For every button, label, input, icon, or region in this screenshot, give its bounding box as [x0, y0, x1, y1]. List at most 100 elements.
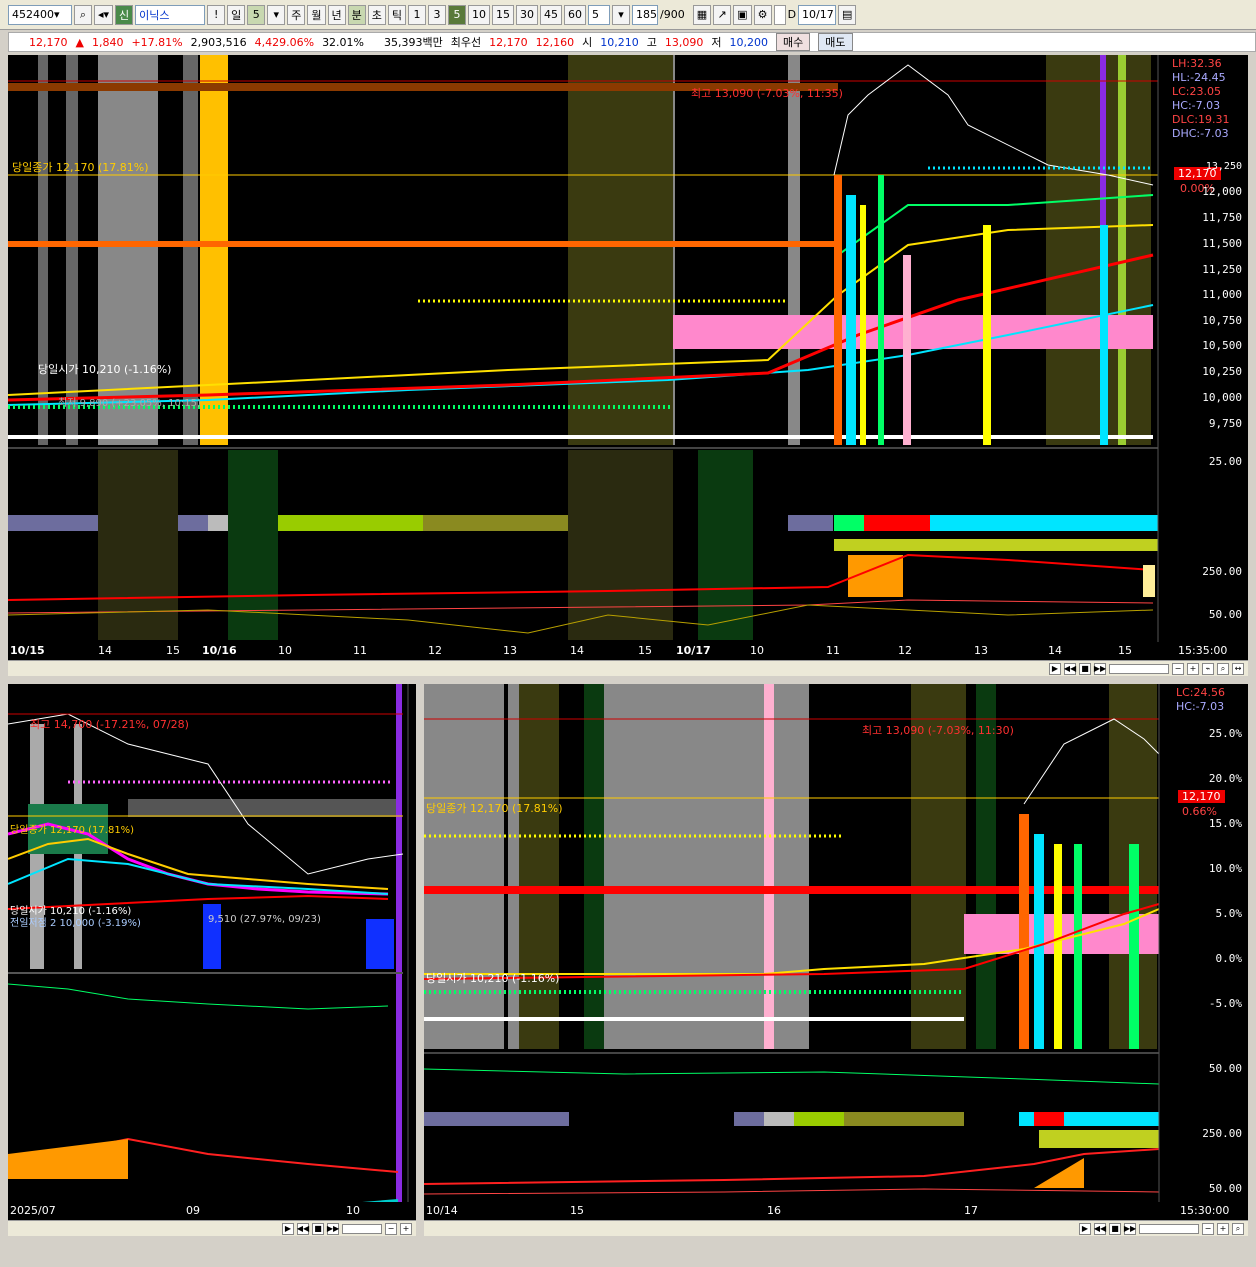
minute-3[interactable]: 3 — [428, 4, 447, 25]
main-chart-panel[interactable]: 최고 13,090 (-7.03%, 11:35) 당일종가 12,170 (1… — [8, 55, 1248, 660]
daily-scrollbar[interactable]: ▶ ◀◀ ■ ▶▶ − + — [8, 1220, 416, 1236]
minute-annot-close: 당일종가 12,170 (17.81%) — [426, 802, 563, 815]
minute-10[interactable]: 10 — [468, 4, 491, 25]
info-hc: HC:-7.03 — [1176, 700, 1225, 713]
turnover: 32.01% — [322, 35, 365, 49]
y-tick: 11,250 — [1202, 263, 1242, 276]
forward-icon[interactable]: ▶▶ — [1124, 1222, 1136, 1235]
minute-1[interactable]: 1 — [408, 4, 427, 25]
forward-icon[interactable]: ▶▶ — [327, 1222, 339, 1235]
zoom-out-icon[interactable]: − — [1172, 662, 1184, 675]
period-tick[interactable]: 틱 — [387, 4, 407, 25]
y-tick: -5.0% — [1208, 997, 1242, 1010]
rewind-icon[interactable]: ◀◀ — [1064, 662, 1076, 675]
zoom-slider[interactable] — [342, 1223, 382, 1234]
x-label: 14 — [1048, 644, 1062, 657]
y-tick: 9,750 — [1208, 417, 1242, 430]
zoom-in-icon[interactable]: + — [1217, 1222, 1229, 1235]
expand-icon[interactable]: ↔ — [1232, 662, 1244, 675]
minute-5[interactable]: 5 — [448, 4, 467, 25]
alert-button[interactable]: ! — [207, 4, 226, 25]
draw-tool-icon[interactable]: ↗ — [713, 4, 732, 25]
bid-price: 12,160 — [535, 35, 575, 49]
rewind-icon[interactable]: ◀◀ — [297, 1222, 309, 1235]
day-count-select[interactable]: 5 — [247, 4, 266, 25]
settings-icon[interactable]: ⚙ — [753, 4, 772, 25]
stock-code-value: 452400 — [12, 8, 54, 21]
minute-45[interactable]: 45 — [540, 4, 563, 25]
search-icon[interactable]: ⌕ — [74, 4, 92, 25]
period-year[interactable]: 년 — [327, 4, 346, 25]
stop-icon[interactable]: ■ — [312, 1222, 324, 1235]
d-label: D — [787, 8, 797, 21]
daily-annot-close: 당일종가 12,170 (17.81%) — [10, 825, 135, 836]
time-label: 15:35:00 — [1178, 644, 1228, 657]
info-hc: HC:-7.03 — [1172, 99, 1221, 112]
y-tick: 11,000 — [1202, 288, 1242, 301]
minute-dropdown-icon[interactable]: ▾ — [612, 4, 631, 25]
calendar-icon[interactable]: ▤ — [838, 4, 857, 25]
zoom-in-icon[interactable]: + — [1187, 662, 1199, 675]
x-label: 15 — [570, 1204, 584, 1217]
scroll-right-icon[interactable]: ▶ — [1049, 662, 1061, 675]
volume-ratio: 4,429.06% — [254, 35, 315, 49]
y-tick: 15.0% — [1208, 817, 1242, 830]
zoom-out-icon[interactable]: − — [385, 1222, 397, 1235]
y-tick: 25.0% — [1208, 727, 1242, 740]
x-label: 10/16 — [202, 644, 237, 657]
daily-chart-panel[interactable]: 최고 14,700 (-17.21%, 07/28) 당일종가 12,170 (… — [8, 684, 416, 1220]
period-second[interactable]: 초 — [367, 4, 386, 25]
y-tick: 10,500 — [1202, 339, 1242, 352]
x-label: 11 — [826, 644, 840, 657]
search-icon[interactable]: ⌕ — [1232, 1222, 1244, 1235]
stock-code-input[interactable]: 452400 ▾ — [8, 4, 72, 25]
period-dropdown-icon[interactable]: ▾ — [267, 4, 286, 25]
info-dhc: DHC:-7.03 — [1172, 127, 1229, 140]
x-label: 14 — [570, 644, 584, 657]
open-price: 10,210 — [600, 35, 639, 49]
y-tick: 10.0% — [1208, 862, 1242, 875]
save-icon[interactable]: ▣ — [733, 4, 752, 25]
info-lc: LC:23.05 — [1172, 85, 1222, 98]
trade-amount: 35,393백만 — [384, 36, 443, 49]
day-period-button[interactable]: 일 — [227, 4, 246, 25]
zoom-slider[interactable] — [1109, 663, 1169, 674]
minute-scrollbar[interactable]: ▶ ◀◀ ■ ▶▶ − + ⌕ — [424, 1220, 1248, 1236]
period-month[interactable]: 월 — [307, 4, 326, 25]
zoom-out-icon[interactable]: − — [1202, 1222, 1214, 1235]
sell-button[interactable]: 매도 — [818, 33, 853, 51]
chart-grid-icon[interactable]: ▦ — [692, 4, 712, 25]
annot-open: 당일시가 10,210 (-1.16%) — [38, 363, 172, 376]
x-label: 2025/07 — [10, 1204, 56, 1217]
x-label: 09 — [186, 1204, 200, 1217]
zoom-in-icon[interactable]: + — [400, 1222, 412, 1235]
minute-chart-panel[interactable]: LC:24.56 HC:-7.03 최고 13,090 (-7.03%, 11:… — [424, 684, 1248, 1220]
tool-icon[interactable]: ⌁ — [1202, 662, 1214, 675]
rewind-icon[interactable]: ◀◀ — [1094, 1222, 1106, 1235]
date-field[interactable]: 10/17 — [798, 4, 837, 25]
bar-count-field[interactable]: 185 — [632, 4, 659, 25]
speaker-icon[interactable]: ◂▾ — [94, 4, 114, 25]
zoom-slider[interactable] — [1139, 1223, 1199, 1234]
forward-icon[interactable]: ▶▶ — [1094, 662, 1106, 675]
scroll-right-icon[interactable]: ▶ — [1079, 1222, 1091, 1235]
custom-minute-field[interactable]: 5 — [588, 4, 611, 25]
stop-icon[interactable]: ■ — [1079, 662, 1091, 675]
minute-info-box: LC:24.56 HC:-7.03 — [1176, 686, 1225, 714]
main-scrollbar[interactable]: ▶ ◀◀ ■ ▶▶ − + ⌁ ⌕ ↔ — [8, 660, 1248, 676]
minute-60[interactable]: 60 — [564, 4, 587, 25]
main-chart-svg — [8, 55, 1159, 645]
x-label: 16 — [767, 1204, 781, 1217]
period-minute[interactable]: 분 — [347, 4, 366, 25]
sub-tick: 50.00 — [1208, 1062, 1242, 1075]
buy-button[interactable]: 매수 — [776, 33, 811, 51]
search-icon[interactable]: ⌕ — [1217, 662, 1229, 675]
minute-30[interactable]: 30 — [516, 4, 539, 25]
stock-name-field[interactable]: 이닉스 — [135, 4, 206, 25]
low-label: 저 — [711, 36, 722, 49]
scroll-right-icon[interactable]: ▶ — [282, 1222, 294, 1235]
stop-icon[interactable]: ■ — [1109, 1222, 1121, 1235]
period-week[interactable]: 주 — [287, 4, 306, 25]
minute-15[interactable]: 15 — [492, 4, 515, 25]
d-checkbox[interactable] — [773, 4, 786, 25]
